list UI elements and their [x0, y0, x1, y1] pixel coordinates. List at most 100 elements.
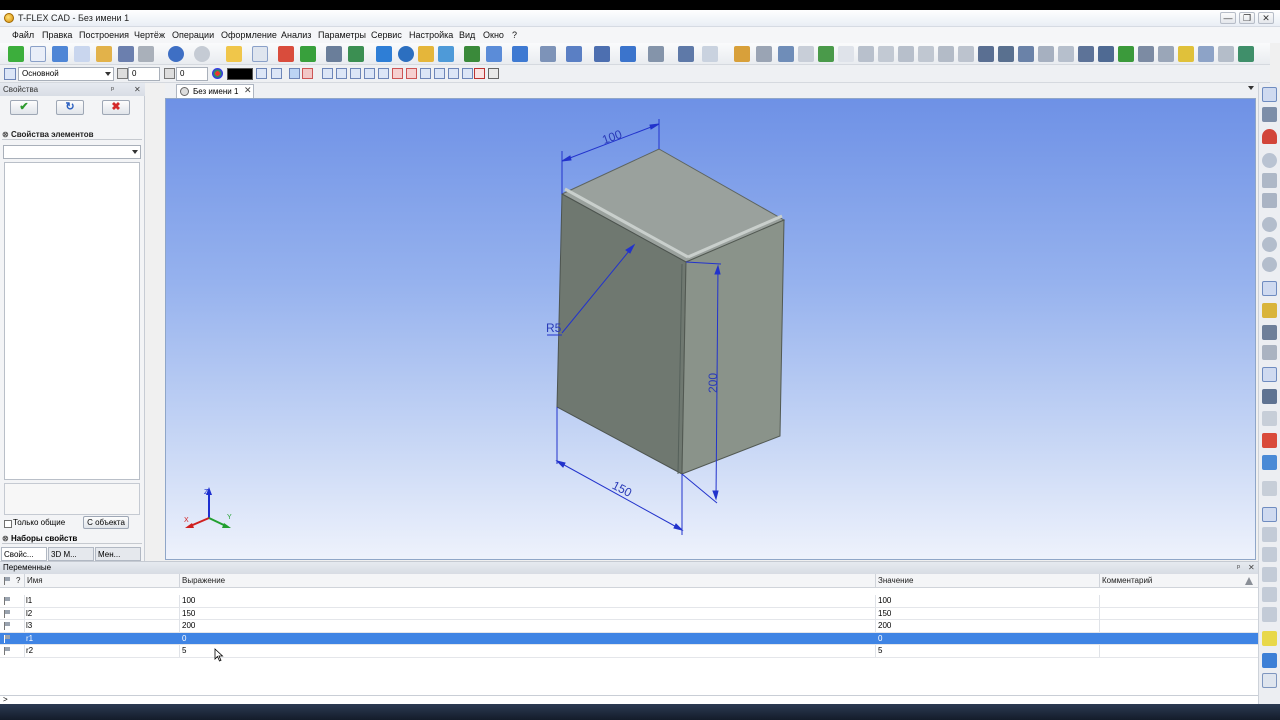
- plane-icon[interactable]: [1262, 481, 1277, 496]
- pan-icon[interactable]: [1262, 107, 1277, 122]
- color-select[interactable]: [227, 68, 253, 80]
- priority-stepper[interactable]: 0: [176, 67, 208, 81]
- select-text-icon[interactable]: [364, 68, 375, 79]
- thicken-icon[interactable]: [566, 46, 582, 62]
- view-icon[interactable]: [1018, 46, 1034, 62]
- menu-edit[interactable]: Правка: [42, 30, 72, 40]
- zoom-all-icon[interactable]: [1262, 193, 1277, 208]
- axis-icon[interactable]: [326, 46, 342, 62]
- zoom-in-icon[interactable]: [1262, 217, 1277, 232]
- snap-icon[interactable]: [271, 68, 282, 79]
- table-row[interactable]: r2 5 5: [0, 645, 1258, 658]
- menu-formatting[interactable]: Оформление: [221, 30, 277, 40]
- undo-icon[interactable]: [168, 46, 184, 62]
- menu-service[interactable]: Сервис: [371, 30, 402, 40]
- table-icon[interactable]: [1038, 46, 1054, 62]
- mirror-icon[interactable]: [648, 46, 664, 62]
- column-separator[interactable]: [179, 574, 180, 588]
- view-back-icon[interactable]: [1262, 527, 1277, 542]
- link-icon[interactable]: [778, 46, 794, 62]
- workplane-icon[interactable]: [252, 46, 268, 62]
- arrow-icon[interactable]: [978, 46, 994, 62]
- variable-expression[interactable]: 5: [182, 645, 186, 657]
- measure-icon[interactable]: [678, 46, 694, 62]
- ok-button[interactable]: ✔: [10, 100, 38, 115]
- options-icon[interactable]: [1238, 46, 1254, 62]
- line-icon[interactable]: [858, 46, 874, 62]
- rotate-view-icon[interactable]: [1262, 389, 1277, 404]
- new-3d-icon[interactable]: [52, 46, 68, 62]
- save-icon[interactable]: [118, 46, 134, 62]
- filter-off-icon[interactable]: [302, 68, 313, 79]
- menu-analysis[interactable]: Анализ: [281, 30, 311, 40]
- open-folder-icon[interactable]: [96, 46, 112, 62]
- tool-icon[interactable]: [838, 46, 854, 62]
- column-separator[interactable]: [875, 574, 876, 588]
- menu-file[interactable]: Файл: [12, 30, 34, 40]
- select-dims-icon[interactable]: [350, 68, 361, 79]
- fragment-icon[interactable]: [818, 46, 834, 62]
- smooth-icon[interactable]: [486, 46, 502, 62]
- box-side-face[interactable]: [681, 219, 785, 475]
- filter-icon[interactable]: [289, 68, 300, 79]
- sweep-icon[interactable]: [438, 46, 454, 62]
- command-line[interactable]: >: [0, 695, 1258, 704]
- pin-icon[interactable]: ᵖ: [111, 83, 114, 96]
- move-icon[interactable]: [1262, 367, 1277, 382]
- find-icon[interactable]: [734, 46, 750, 62]
- roughness-icon[interactable]: [1058, 46, 1074, 62]
- menu-view[interactable]: Вид: [459, 30, 475, 40]
- cancel-button[interactable]: ✖: [102, 100, 130, 115]
- select-nodes-icon[interactable]: [336, 68, 347, 79]
- symbol-icon[interactable]: [958, 46, 974, 62]
- properties-list[interactable]: [4, 162, 140, 480]
- column-name[interactable]: Имя: [27, 576, 43, 585]
- close-tab-icon[interactable]: ✕: [244, 85, 252, 96]
- select-views-icon[interactable]: [392, 68, 403, 79]
- table-row[interactable]: l3 200 200: [0, 620, 1258, 633]
- menu-help[interactable]: ?: [512, 30, 517, 40]
- section-icon[interactable]: [1262, 325, 1277, 340]
- select-tables-icon[interactable]: [434, 68, 445, 79]
- variable-flag-icon[interactable]: [4, 609, 11, 618]
- pin-icon[interactable]: ᵖ: [1237, 562, 1240, 574]
- shell-icon[interactable]: [540, 46, 556, 62]
- menu-window[interactable]: Окно: [483, 30, 504, 40]
- column-comment[interactable]: Комментарий: [1102, 576, 1152, 585]
- cut-icon[interactable]: [594, 46, 610, 62]
- maximize-button[interactable]: ❐: [1239, 12, 1255, 24]
- rotate-icon[interactable]: [398, 46, 414, 62]
- select-mode-icon[interactable]: [1262, 87, 1277, 102]
- boolean-icon[interactable]: [464, 46, 480, 62]
- hatch-icon[interactable]: [938, 46, 954, 62]
- view-right-icon[interactable]: [1262, 567, 1277, 582]
- sum-icon[interactable]: [878, 46, 894, 62]
- tab-properties[interactable]: Свойс...: [1, 547, 47, 561]
- variable-name[interactable]: l2: [26, 608, 32, 620]
- variable-expression[interactable]: 150: [182, 608, 195, 620]
- redo-icon[interactable]: [194, 46, 210, 62]
- view-front-icon[interactable]: [1262, 507, 1277, 522]
- edit-icon[interactable]: [1158, 46, 1174, 62]
- table-row[interactable]: l1 100 100: [0, 595, 1258, 608]
- refresh-button[interactable]: ↻: [56, 100, 84, 115]
- new-file-icon[interactable]: [30, 46, 46, 62]
- walk-icon[interactable]: [1262, 303, 1277, 318]
- confirm-icon[interactable]: [8, 46, 24, 62]
- dimension-icon[interactable]: [702, 46, 718, 62]
- layer-select[interactable]: Основной: [18, 67, 114, 81]
- copy-icon[interactable]: [1262, 411, 1277, 426]
- line-type-icon[interactable]: [256, 68, 267, 79]
- only-common-checkbox[interactable]: [4, 520, 12, 528]
- column-q[interactable]: ?: [16, 576, 20, 585]
- tab-list-chevron-icon[interactable]: [1248, 86, 1254, 90]
- tab-3d-model[interactable]: 3D М...: [48, 547, 94, 561]
- menu-construction[interactable]: Построения: [79, 30, 129, 40]
- point-icon[interactable]: [300, 46, 316, 62]
- variable-flag-icon[interactable]: [4, 634, 11, 643]
- loft-icon[interactable]: [418, 46, 434, 62]
- dimension-depth-label[interactable]: 150: [610, 478, 634, 500]
- view-bottom-icon[interactable]: [1262, 607, 1277, 622]
- leader-icon[interactable]: [1098, 46, 1114, 62]
- print-icon[interactable]: [138, 46, 154, 62]
